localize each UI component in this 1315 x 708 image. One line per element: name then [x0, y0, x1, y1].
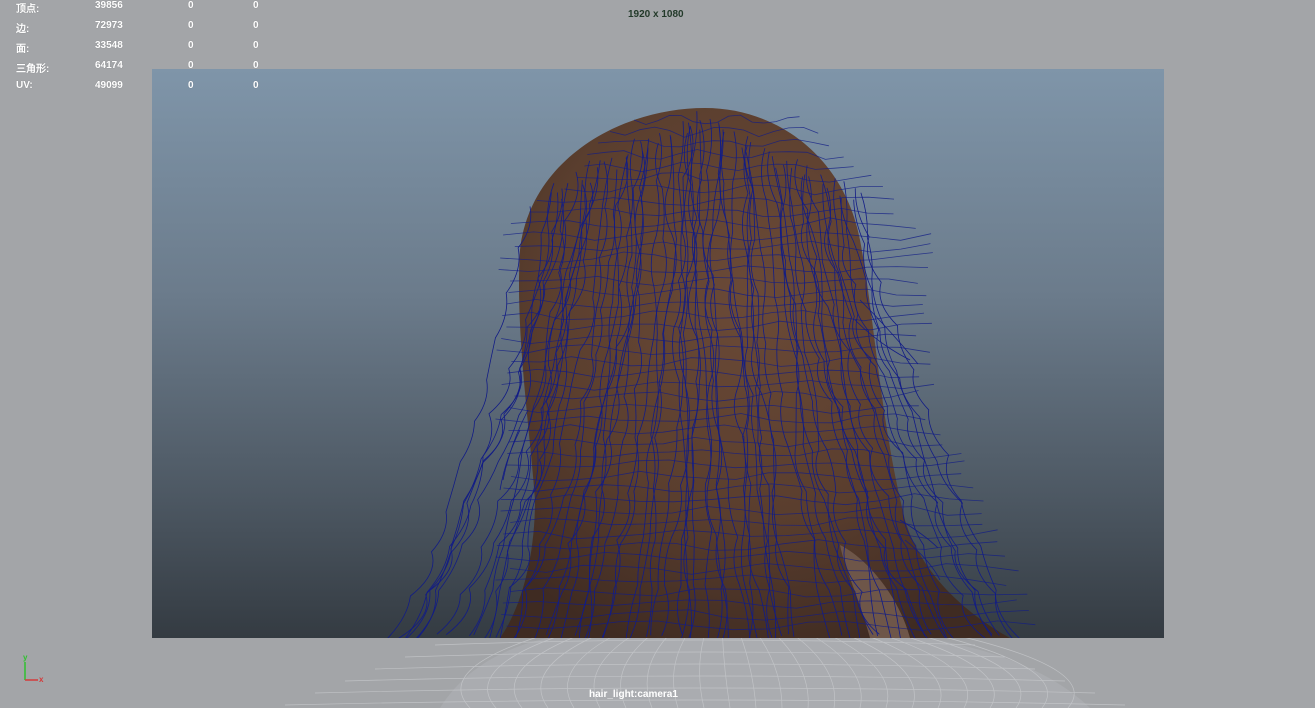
hud-stat-extra-value: 0: [253, 20, 259, 31]
hud-stat-value: 39856: [95, 0, 123, 11]
hud-stat-label: 面:: [16, 44, 30, 55]
hud-stat-extra-value: 0: [253, 60, 259, 71]
hud-stat-extra-value: 0: [253, 40, 259, 51]
hud-stat-value: 33548: [95, 40, 123, 51]
hair-mesh: [500, 108, 1010, 638]
hud-stat-label: 三角形:: [16, 64, 50, 75]
hud-stat-selected-value: 0: [188, 80, 194, 91]
hud-stat-label: 顶点:: [16, 4, 40, 15]
hud-stat-value: 64174: [95, 60, 123, 71]
viewport-panel[interactable]: 顶点: 39856 0 0 边: 72973 0 0 面: 33548 0 0 三角形: 64174 0 0 U…: [0, 0, 1315, 708]
hud-stat-extra-value: 0: [253, 0, 259, 11]
resolution-label: 1920 x 1080: [628, 9, 684, 20]
hud-stat-selected-value: 0: [188, 60, 194, 71]
view-axis-indicator: y x: [18, 653, 50, 686]
hud-stat-label: UV:: [16, 80, 33, 91]
hud-stat-label: 边:: [16, 24, 30, 35]
hud-stat-selected-value: 0: [188, 20, 194, 31]
3d-scene[interactable]: [0, 0, 1315, 708]
body-mesh: [284, 632, 1126, 708]
x-axis-label: x: [39, 675, 44, 684]
hud-stat-extra-value: 0: [253, 80, 259, 91]
hud-stat-value: 72973: [95, 20, 123, 31]
y-axis-label: y: [23, 653, 28, 662]
hud-stat-selected-value: 0: [188, 0, 194, 11]
hair-strand: [387, 206, 532, 638]
hud-stat-selected-value: 0: [188, 40, 194, 51]
hud-stat-value: 49099: [95, 80, 123, 91]
camera-name-label: hair_light:camera1: [589, 689, 678, 700]
